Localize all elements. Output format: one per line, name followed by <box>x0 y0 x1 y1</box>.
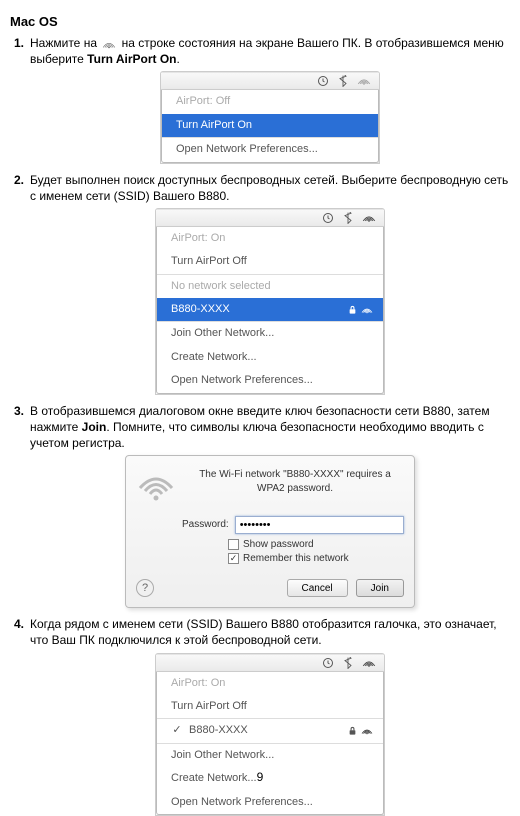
help-button[interactable]: ? <box>136 579 154 597</box>
step-2-text: Будет выполнен поиск доступных беспровод… <box>30 173 508 203</box>
airport-status-off: AirPort: Off <box>162 90 378 113</box>
clock-icon <box>317 75 329 87</box>
cancel-button[interactable]: Cancel <box>287 579 348 597</box>
step-1-text-c: . <box>177 52 180 66</box>
bluetooth-icon <box>344 657 352 669</box>
create-network[interactable]: Create Network... <box>157 346 383 369</box>
airport-status-on: AirPort: On <box>157 227 383 250</box>
menubar <box>156 209 384 227</box>
step-1-number: 1. <box>14 35 24 51</box>
step-2-number: 2. <box>14 172 24 188</box>
turn-airport-off[interactable]: Turn AirPort Off <box>157 250 383 273</box>
menubar <box>156 654 384 672</box>
step-3-number: 3. <box>14 403 24 419</box>
bluetooth-icon <box>339 75 347 87</box>
dialog-message: The Wi-Fi network "B880-XXXX" requires a… <box>186 468 404 504</box>
airport-menu-connected: AirPort: On Turn AirPort Off ✓ B880-XXXX… <box>155 653 385 816</box>
bluetooth-icon <box>344 212 352 224</box>
show-password-checkbox[interactable] <box>228 539 239 550</box>
step-1-text-a: Нажмите на <box>30 36 100 50</box>
lock-icon <box>348 305 357 315</box>
clock-icon <box>322 657 334 669</box>
step-1-bold: Turn AirPort On <box>87 52 176 66</box>
lock-icon <box>348 726 357 736</box>
network-ssid-item[interactable]: B880-XXXX <box>157 298 383 321</box>
open-network-prefs[interactable]: Open Network Preferences... <box>157 791 383 814</box>
airport-fan-icon <box>102 38 116 50</box>
wifi-password-dialog: The Wi-Fi network "B880-XXXX" requires a… <box>125 455 415 608</box>
ssid-label: B880-XXXX <box>189 723 248 738</box>
wifi-large-icon <box>136 468 176 504</box>
step-1: 1. Нажмите на на строке состояния на экр… <box>10 35 510 164</box>
no-network-selected: No network selected <box>157 274 383 298</box>
password-label: Password: <box>182 518 229 532</box>
password-input[interactable] <box>235 516 404 534</box>
remember-network-label: Remember this network <box>243 552 349 566</box>
turn-airport-on[interactable]: Turn AirPort On <box>162 114 378 137</box>
ssid-label: B880-XXXX <box>171 302 230 317</box>
checkmark-icon: ✓ <box>171 723 183 738</box>
remember-network-checkbox[interactable]: ✓ <box>228 553 239 564</box>
page-number: 9 <box>0 770 520 784</box>
signal-icon <box>361 726 373 736</box>
clock-icon <box>322 212 334 224</box>
airport-menu-select: AirPort: On Turn AirPort Off No network … <box>155 208 385 395</box>
open-network-prefs[interactable]: Open Network Preferences... <box>157 369 383 392</box>
airport-icon[interactable] <box>357 75 371 87</box>
turn-airport-off[interactable]: Turn AirPort Off <box>157 695 383 718</box>
step-2: 2. Будет выполнен поиск доступных беспро… <box>10 172 510 395</box>
join-other-network[interactable]: Join Other Network... <box>157 321 383 345</box>
airport-icon[interactable] <box>362 657 376 669</box>
airport-icon[interactable] <box>362 212 376 224</box>
show-password-label: Show password <box>243 538 314 552</box>
network-ssid-connected[interactable]: ✓ B880-XXXX <box>157 718 383 742</box>
join-other-network[interactable]: Join Other Network... <box>157 743 383 767</box>
signal-icon <box>361 305 373 315</box>
step-4-text: Когда рядом с именем сети (SSID) Вашего … <box>30 617 497 647</box>
step-3-bold: Join <box>82 420 107 434</box>
menubar <box>161 72 379 90</box>
airport-status-on: AirPort: On <box>157 672 383 695</box>
step-3: 3. В отобразившемся диалоговом окне введ… <box>10 403 510 609</box>
step-4: 4. Когда рядом с именем сети (SSID) Ваше… <box>10 616 510 816</box>
join-button[interactable]: Join <box>356 579 404 597</box>
os-heading: Mac OS <box>10 14 510 29</box>
open-network-prefs[interactable]: Open Network Preferences... <box>162 137 378 161</box>
airport-menu-off: AirPort: Off Turn AirPort On Open Networ… <box>160 71 380 163</box>
step-4-number: 4. <box>14 616 24 632</box>
